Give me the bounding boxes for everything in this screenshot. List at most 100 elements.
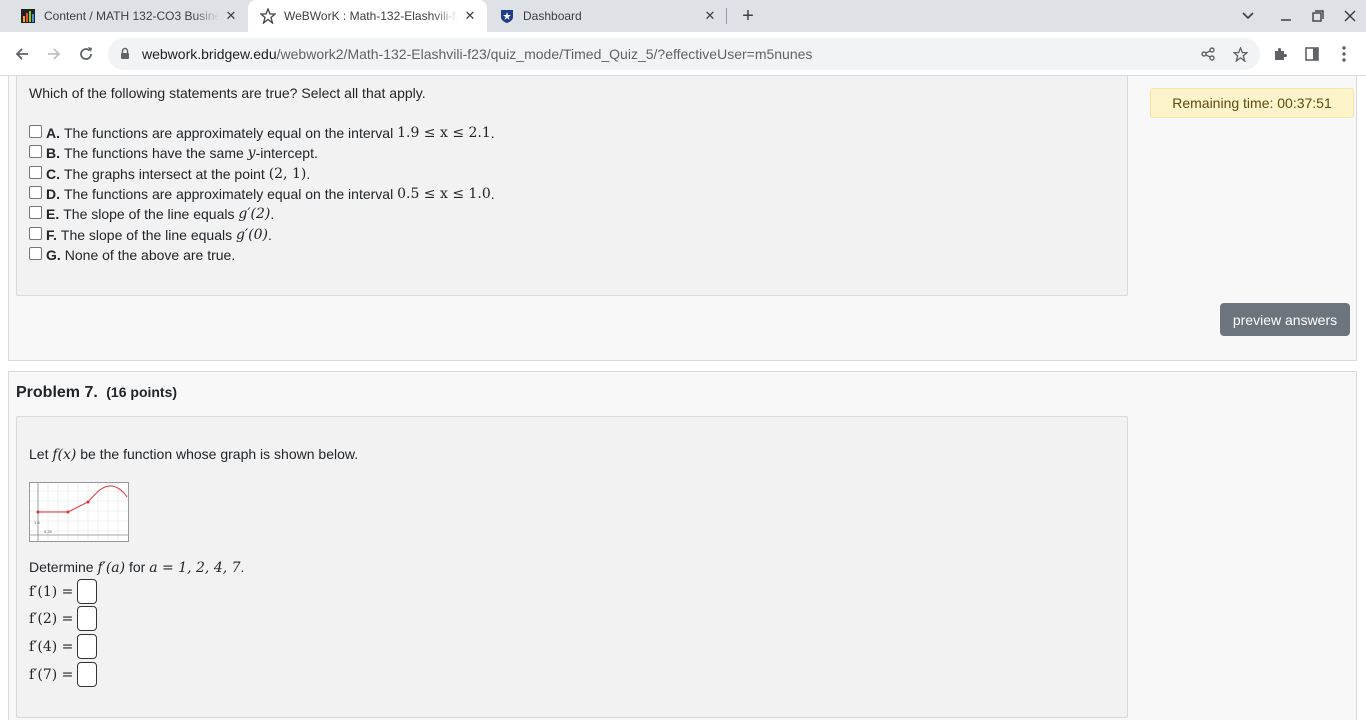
choice-post: . — [270, 206, 275, 222]
choice-math: g′(2) — [238, 206, 271, 222]
tab-title: WeBWorK : Math-132-Elashvili-f23 — [284, 9, 458, 23]
choice-text: The functions are approximately equal on… — [64, 125, 394, 141]
share-icon[interactable] — [1198, 44, 1218, 64]
answer-label: f′(2) = — [29, 610, 74, 627]
problem-7-body: Let f(x) be the function whose graph is … — [16, 416, 1128, 718]
close-tab-icon[interactable]: ✕ — [702, 8, 718, 24]
determine-pre: Determine — [29, 559, 98, 575]
answer-row-1: f′(1) = — [29, 579, 98, 604]
choice-math: 1.9 ≤ x ≤ 2.1 — [397, 125, 491, 141]
tab-title: Content / MATH 132-CO3 Business — [44, 9, 219, 23]
kebab-menu-icon[interactable] — [1334, 44, 1354, 64]
determine-post: . — [240, 559, 245, 575]
tab-webwork[interactable]: WeBWorK : Math-132-Elashvili-f23 ✕ — [248, 0, 487, 32]
problem-title-text: Problem 7. — [16, 384, 98, 401]
tab-search-chevron-icon[interactable] — [1232, 0, 1264, 32]
x-tick-label: 0.25 — [44, 529, 53, 534]
choice-text: The functions are approximately equal on… — [64, 186, 394, 202]
answer-row-4: f′(7) = — [29, 662, 98, 687]
url-host: webwork.bridgew.edu — [142, 46, 277, 62]
choice-c-checkbox[interactable] — [29, 165, 42, 179]
choice-math: y — [247, 145, 256, 161]
problem-intro: Let f(x) be the function whose graph is … — [29, 446, 358, 463]
choice-e[interactable]: E. The slope of the line equals g′(2). — [29, 205, 275, 222]
choice-g-checkbox[interactable] — [29, 246, 42, 260]
tab-d2l-content[interactable]: Content / MATH 132-CO3 Business ✕ — [8, 0, 248, 32]
choice-e-checkbox[interactable] — [29, 205, 42, 219]
problem-7-title: Problem 7. (16 points) — [16, 384, 177, 402]
choice-letter: C. — [46, 166, 60, 182]
intro-text: Let — [29, 446, 53, 462]
choice-math: (2, 1) — [268, 166, 307, 182]
answer-input-4[interactable] — [77, 662, 98, 687]
choice-post: -intercept. — [255, 145, 318, 161]
choice-c[interactable]: C. The graphs intersect at the point (2,… — [29, 165, 311, 182]
extensions-puzzle-icon[interactable] — [1270, 44, 1290, 64]
choice-post: . — [490, 125, 495, 141]
forward-icon[interactable] — [40, 40, 68, 68]
graph-svg: 1.8 0.25 — [30, 483, 128, 541]
page-content: Which of the following statements are tr… — [0, 76, 1366, 720]
d2l-favicon-icon — [20, 8, 36, 24]
function-graph[interactable]: 1.8 0.25 — [29, 482, 129, 542]
choice-letter: F. — [46, 227, 57, 243]
function-curve — [38, 485, 128, 513]
answer-input-3[interactable] — [77, 634, 98, 659]
lock-icon — [120, 47, 130, 65]
tab-dashboard[interactable]: Dashboard ✕ — [487, 0, 727, 32]
close-window-icon[interactable] — [1334, 0, 1366, 32]
restore-icon[interactable] — [1302, 0, 1334, 32]
choice-text: The slope of the line equals — [63, 206, 235, 222]
choice-letter: A. — [46, 125, 60, 141]
determine-mid: for — [125, 559, 150, 575]
tab-strip: Content / MATH 132-CO3 Business ✕ WeBWor… — [0, 0, 1366, 32]
curve-point — [66, 510, 70, 514]
choice-g[interactable]: G. None of the above are true. — [29, 246, 236, 263]
intro-math: f(x) — [52, 447, 77, 463]
new-tab-icon[interactable]: + — [736, 4, 760, 28]
answer-label: f′(4) = — [29, 638, 74, 655]
choice-letter: D. — [46, 186, 60, 202]
y-tick-label: 1.8 — [34, 520, 40, 525]
answer-row-2: f′(2) = — [29, 606, 98, 631]
tab-title: Dashboard — [523, 9, 582, 23]
determine-math-values: a = 1, 2, 4, 7 — [149, 560, 241, 576]
problem-6-body: Which of the following statements are tr… — [16, 76, 1128, 296]
bookmark-star-icon[interactable] — [1230, 44, 1250, 64]
close-tab-icon[interactable]: ✕ — [462, 8, 478, 24]
side-panel-icon[interactable] — [1302, 44, 1322, 64]
choice-f[interactable]: F. The slope of the line equals g′(0). — [29, 226, 272, 243]
preview-answers-button[interactable]: preview answers — [1220, 303, 1350, 336]
answer-label: f′(1) = — [29, 583, 74, 600]
determine-text: Determine f′(a) for a = 1, 2, 4, 7. — [29, 559, 244, 576]
close-tab-icon[interactable]: ✕ — [223, 8, 239, 24]
choice-d-checkbox[interactable] — [29, 185, 42, 199]
choice-f-checkbox[interactable] — [29, 226, 42, 240]
minimize-icon[interactable] — [1270, 0, 1302, 32]
choice-math: 0.5 ≤ x ≤ 1.0 — [397, 186, 491, 202]
intro-text-post: be the function whose graph is shown bel… — [76, 446, 359, 462]
choice-b[interactable]: B. The functions have the same y -interce… — [29, 144, 318, 161]
choice-letter: B. — [46, 145, 60, 161]
determine-math: f′(a) — [97, 560, 126, 576]
webwork-favicon-icon — [260, 8, 276, 24]
problem-6-container: Which of the following statements are tr… — [8, 76, 1357, 361]
answer-row-3: f′(4) = — [29, 634, 98, 659]
answer-input-1[interactable] — [77, 579, 98, 604]
answer-label: f′(7) = — [29, 666, 74, 683]
choice-d[interactable]: D. The functions are approximately equal… — [29, 185, 495, 202]
choice-a-checkbox[interactable] — [29, 124, 42, 138]
choice-b-checkbox[interactable] — [29, 144, 42, 158]
url-text: webwork.bridgew.edu/webwork2/Math-132-El… — [142, 46, 812, 62]
reload-icon[interactable] — [72, 40, 100, 68]
address-bar[interactable]: webwork.bridgew.edu/webwork2/Math-132-El… — [108, 38, 1260, 70]
choice-post: . — [306, 166, 311, 182]
problem-points: (16 points) — [106, 384, 178, 400]
choice-text: None of the above are true. — [64, 247, 236, 263]
question-text: Which of the following statements are tr… — [29, 85, 426, 101]
choice-a[interactable]: A. The functions are approximately equal… — [29, 124, 495, 141]
choice-letter: E. — [46, 206, 60, 222]
back-icon[interactable] — [8, 40, 36, 68]
answer-input-2[interactable] — [77, 606, 98, 631]
curve-point — [36, 510, 40, 514]
